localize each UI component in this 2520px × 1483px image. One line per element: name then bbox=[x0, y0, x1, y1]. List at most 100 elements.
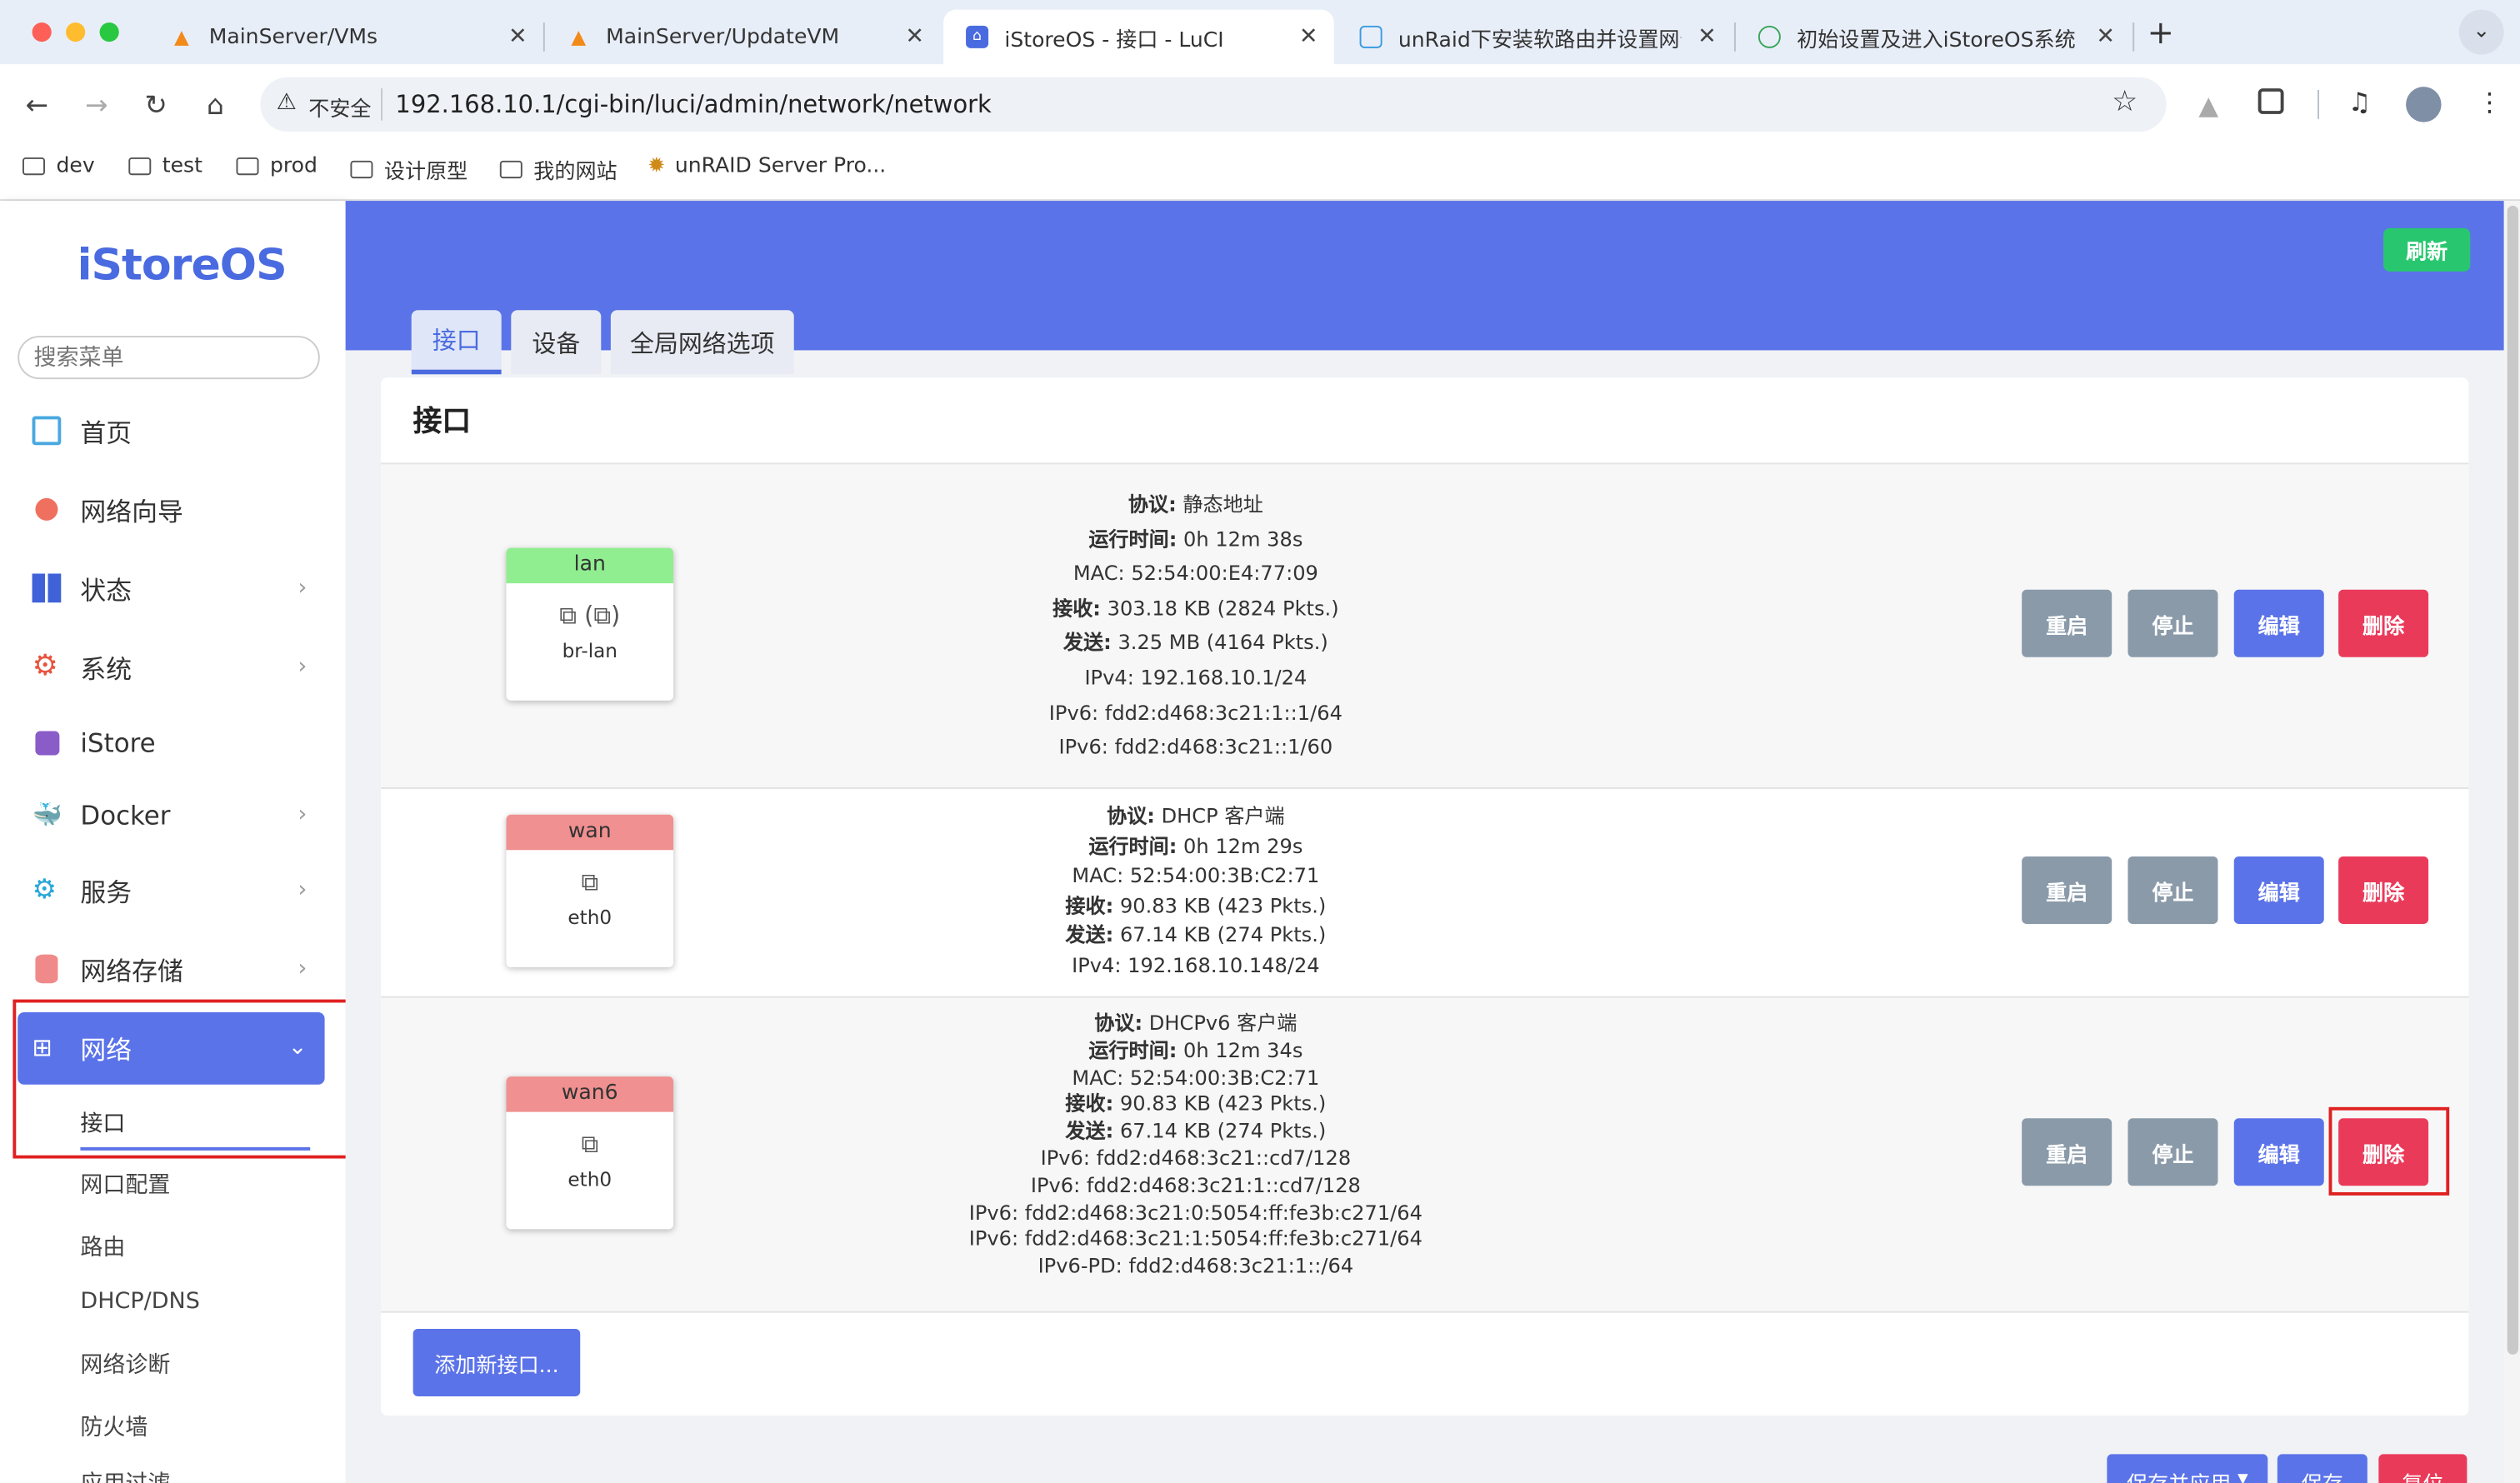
sidebar-sub-diagnostics[interactable]: 网络诊断 bbox=[80, 1348, 170, 1381]
stop-button[interactable]: 停止 bbox=[2128, 856, 2218, 924]
browser-tab[interactable]: 初始设置及进入iStoreOS系统 ✕ bbox=[1736, 10, 2131, 65]
info-line: 接收: 90.83 KB (423 Pkts.) bbox=[1065, 892, 1327, 917]
info-line: 运行时间: 0h 12m 34s bbox=[1088, 1037, 1303, 1062]
avatar[interactable] bbox=[2406, 87, 2442, 122]
close-window-button[interactable] bbox=[32, 22, 52, 42]
bookmark-star-icon[interactable]: ☆ bbox=[2112, 85, 2138, 119]
forward-icon[interactable]: → bbox=[79, 88, 114, 123]
restart-button[interactable]: 重启 bbox=[2022, 856, 2112, 924]
browser-tab-active[interactable]: ⌂ iStoreOS - 接口 - LuCI ✕ bbox=[943, 9, 1334, 65]
close-tab-icon[interactable]: ✕ bbox=[2096, 24, 2115, 50]
delete-button[interactable]: 删除 bbox=[2338, 589, 2429, 657]
sidebar-sub-port-config[interactable]: 网口配置 bbox=[80, 1168, 170, 1201]
save-button[interactable]: 保存 bbox=[2277, 1454, 2368, 1483]
sidebar-item-storage[interactable]: 网络存储 › bbox=[32, 945, 314, 993]
security-label[interactable]: 不安全 bbox=[308, 92, 371, 122]
restart-button[interactable]: 重启 bbox=[2022, 589, 2112, 657]
sidebar-item-wizard[interactable]: 网络向导 bbox=[32, 485, 314, 533]
sidebar-item-home[interactable]: 首页 bbox=[32, 407, 314, 455]
info-line: MAC: 52:54:00:3B:C2:71 bbox=[1072, 863, 1320, 887]
interface-name: wan6 bbox=[506, 1076, 674, 1112]
bookmark-folder[interactable]: 设计原型 bbox=[350, 154, 468, 185]
tab-search-icon[interactable]: ⌄ bbox=[2458, 9, 2504, 55]
interface-badge-wan[interactable]: wan ⧉ eth0 bbox=[506, 814, 674, 968]
browser-tab[interactable]: ▲ MainServer/VMs ✕ bbox=[148, 10, 542, 65]
tab-interfaces[interactable]: 接口 bbox=[411, 310, 502, 375]
edit-button[interactable]: 编辑 bbox=[2233, 1118, 2324, 1186]
stop-button[interactable]: 停止 bbox=[2128, 1118, 2218, 1186]
tab-global-options[interactable]: 全局网络选项 bbox=[610, 310, 794, 375]
home-icon[interactable]: ⌂ bbox=[198, 88, 232, 123]
info-line: 运行时间: 0h 12m 38s bbox=[1088, 526, 1303, 551]
bookmark-label: 设计原型 bbox=[383, 160, 468, 185]
interface-badge-wan6[interactable]: wan6 ⧉ eth0 bbox=[506, 1076, 674, 1230]
close-tab-icon[interactable]: ✕ bbox=[1698, 24, 1717, 50]
reset-button[interactable]: 复位 bbox=[2378, 1454, 2468, 1483]
delete-button[interactable]: 删除 bbox=[2338, 856, 2429, 924]
bookmark-label: test bbox=[162, 154, 202, 179]
tab-title: 初始设置及进入iStoreOS系统 bbox=[1797, 27, 2076, 52]
menu-icon[interactable]: ⋮ bbox=[2477, 87, 2502, 117]
refresh-button[interactable]: 刷新 bbox=[2383, 227, 2471, 272]
minimize-window-button[interactable] bbox=[66, 22, 86, 42]
add-interface-button[interactable]: 添加新接口... bbox=[412, 1328, 581, 1396]
logo[interactable]: iStoreOS bbox=[78, 241, 288, 291]
gear-icon: ⚙ bbox=[32, 649, 58, 683]
sidebar-item-docker[interactable]: 🐳 Docker › bbox=[32, 791, 314, 839]
edit-button[interactable]: 编辑 bbox=[2233, 856, 2324, 924]
bookmark-folder[interactable]: test bbox=[128, 154, 202, 178]
unraid-icon: ▲ bbox=[174, 25, 189, 48]
stop-button[interactable]: 停止 bbox=[2128, 589, 2218, 657]
puzzle-icon[interactable] bbox=[2258, 88, 2284, 114]
highlight-box-delete bbox=[2328, 1106, 2450, 1196]
bookmark-folder[interactable]: dev bbox=[22, 154, 95, 178]
tab-devices[interactable]: 设备 bbox=[511, 310, 602, 375]
extension-icon[interactable]: ▲ bbox=[2198, 90, 2218, 121]
browser-tab[interactable]: ▲ MainServer/UpdateVM ✕ bbox=[545, 10, 940, 65]
browser-tab[interactable]: unRaid下安装软路由并设置网卡 ✕ bbox=[1338, 10, 1732, 65]
sidebar-sub-routes[interactable]: 路由 bbox=[80, 1231, 125, 1263]
chevron-right-icon: › bbox=[298, 575, 308, 602]
interface-device: br-lan bbox=[562, 639, 618, 662]
sidebar-item-system[interactable]: ⚙ 系统 › bbox=[32, 642, 314, 691]
bilibili-icon bbox=[1359, 25, 1382, 48]
maximize-window-button[interactable] bbox=[99, 22, 119, 42]
scrollbar-thumb[interactable] bbox=[2507, 205, 2519, 1355]
tab-title: MainServer/VMs bbox=[208, 24, 378, 49]
sidebar-item-status[interactable]: 状态 › bbox=[32, 564, 314, 612]
bookmark-label: unRAID Server Pro... bbox=[674, 154, 887, 179]
search-menu-input[interactable] bbox=[18, 336, 320, 380]
url-text[interactable]: 192.168.10.1/cgi-bin/luci/admin/network/… bbox=[395, 90, 991, 119]
tab-title: unRaid下安装软路由并设置网卡 bbox=[1398, 27, 1682, 52]
bookmark-folder[interactable]: 我的网站 bbox=[499, 154, 618, 185]
reload-icon[interactable]: ↻ bbox=[138, 88, 173, 123]
sidebar-sub-firewall[interactable]: 防火墙 bbox=[80, 1411, 148, 1443]
sidebar-item-label: 状态 bbox=[80, 575, 132, 607]
sidebar-sub-app-filter[interactable]: 应用过滤 bbox=[80, 1467, 170, 1483]
sidebar-item-services[interactable]: ⚙ 服务 › bbox=[32, 866, 314, 915]
bookmark-folder[interactable]: prod bbox=[236, 154, 318, 179]
bookmark-link[interactable]: ✹ unRAID Server Pro... bbox=[648, 154, 886, 178]
close-tab-icon[interactable]: ✕ bbox=[508, 24, 528, 50]
sidebar-item-istore[interactable]: iStore bbox=[32, 718, 314, 766]
address-bar[interactable]: ⚠ 不安全 192.168.10.1/cgi-bin/luci/admin/ne… bbox=[260, 77, 2167, 132]
interface-badge-lan[interactable]: lan ⧉ (⧉) br-lan bbox=[506, 547, 674, 701]
info-line: IPv6: fdd2:d468:3c21:1:5054:ff:fe3b:c271… bbox=[968, 1226, 1422, 1251]
bookmark-label: prod bbox=[270, 154, 318, 179]
globe-icon bbox=[35, 497, 58, 521]
bookmark-label: 我的网站 bbox=[533, 160, 618, 185]
close-tab-icon[interactable]: ✕ bbox=[1299, 24, 1318, 50]
info-line: 协议: 静态地址 bbox=[1128, 492, 1263, 517]
edit-button[interactable]: 编辑 bbox=[2233, 589, 2324, 657]
interface-info: 协议: 静态地址 运行时间: 0h 12m 38s MAC: 52:54:00:… bbox=[858, 487, 1533, 764]
close-tab-icon[interactable]: ✕ bbox=[905, 24, 924, 50]
save-apply-button[interactable]: 保存并应用 ▾ bbox=[2107, 1454, 2268, 1483]
back-icon[interactable]: ← bbox=[19, 88, 54, 123]
sidebar-item-label: 系统 bbox=[80, 653, 132, 685]
highlight-box-network bbox=[12, 999, 365, 1159]
restart-button[interactable]: 重启 bbox=[2022, 1118, 2112, 1186]
media-icon[interactable]: ♫ bbox=[2348, 87, 2372, 117]
new-tab-icon[interactable]: + bbox=[2148, 12, 2174, 51]
services-icon: ⚙ bbox=[32, 874, 57, 906]
sidebar-sub-dhcp-dns[interactable]: DHCP/DNS bbox=[80, 1289, 199, 1315]
